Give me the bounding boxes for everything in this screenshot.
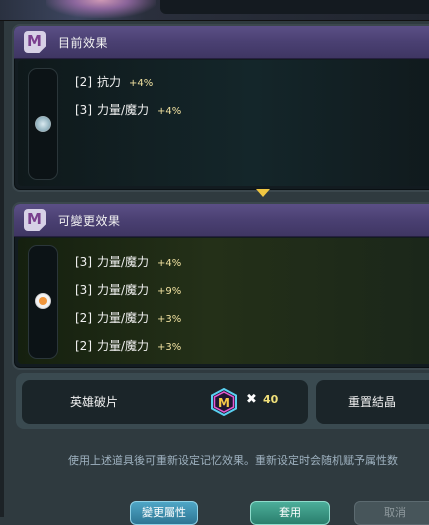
multiply-icon: ✖ — [246, 392, 257, 407]
new-effects-header: 可變更效果 — [14, 204, 429, 237]
character-portrait — [46, 0, 156, 18]
current-effects-radio[interactable] — [35, 116, 51, 132]
hero-shard-label: 英雄破片 — [70, 395, 119, 409]
new-effect-row: [3] 力量/魔力 +4% — [75, 255, 182, 269]
change-attribute-button[interactable]: 變更屬性 — [130, 501, 198, 525]
m-badge-icon — [24, 209, 46, 231]
new-effects-body: [3] 力量/魔力 +4% [3] 力量/魔力 +9% [2] 力量/魔力 +3% [2] 力… — [18, 238, 429, 364]
new-effect-row: [2] 力量/魔力 +3% — [75, 339, 182, 353]
current-effect-row: [2] 抗力 +4% — [75, 75, 154, 89]
reset-crystal-slot[interactable]: 重置結晶 — [316, 380, 429, 424]
hero-shard-slot[interactable]: 英雄破片 M ✖ 40 — [22, 380, 308, 424]
current-effects-header: 目前效果 — [14, 26, 429, 59]
current-effect-row: [3] 力量/魔力 +4% — [75, 103, 182, 117]
down-arrow-icon — [256, 189, 270, 197]
new-effects-radio[interactable] — [35, 293, 51, 309]
new-effects-selector[interactable] — [28, 245, 58, 359]
new-effect-row: [2] 力量/魔力 +3% — [75, 311, 182, 325]
new-effects-title: 可變更效果 — [58, 214, 121, 228]
current-effects-title: 目前效果 — [58, 36, 109, 50]
new-effect-row: [3] 力量/魔力 +9% — [75, 283, 182, 297]
window-left-edge — [0, 0, 4, 517]
m-badge-icon — [24, 31, 46, 53]
reset-crystal-label: 重置結晶 — [348, 395, 397, 409]
top-bar — [160, 0, 429, 14]
hero-shard-count: 40 — [263, 393, 279, 406]
info-text: 使用上述道具後可重新设定记忆效果。重新设定时会随机赋予属性数 — [68, 454, 398, 467]
new-effects-panel: 可變更效果 [3]力量/魔力+4% [3]力量/魔力+9% [2]力量/魔力+3… — [12, 202, 429, 370]
svg-text:M: M — [218, 396, 230, 410]
apply-button[interactable]: 套用 — [250, 501, 330, 525]
cancel-button[interactable]: 取消 — [354, 501, 429, 525]
current-effects-body: [2] 抗力 +4% [3] 力量/魔力 +4% — [18, 60, 429, 186]
character-artwork-strip — [0, 0, 429, 21]
item-row: 英雄破片 M ✖ 40 重置結晶 — [16, 373, 429, 429]
current-effects-selector[interactable] — [28, 68, 58, 180]
current-effects-panel: 目前效果 [2]抗力+4% [3]力量/魔力+4% — [12, 24, 429, 192]
m-gem-icon: M — [211, 388, 237, 416]
